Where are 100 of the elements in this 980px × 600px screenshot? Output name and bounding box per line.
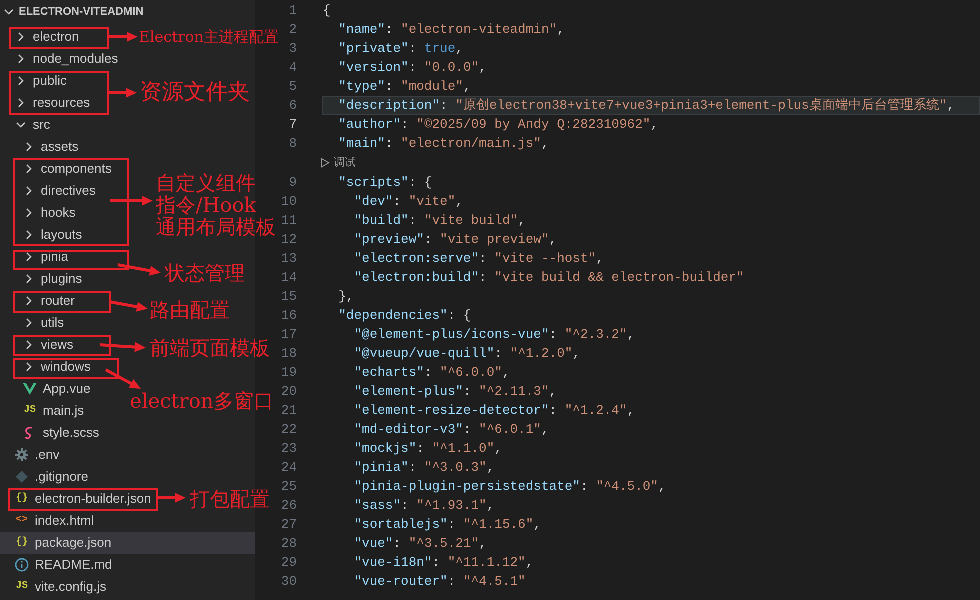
code-line: "@vueup/vue-quill": "^1.2.0", [353,344,582,363]
code-line: "main": "electron/main.js", [338,134,550,153]
annotation-arrow [118,264,161,276]
explorer-header[interactable]: ELECTRON-VITEADMIN [0,0,255,24]
line-number: 22 [281,420,297,439]
file-item[interactable]: App.vue [23,378,91,400]
code-line: "version": "0.0.0", [338,58,488,77]
annotation-arrow [108,88,137,98]
line-number: 14 [281,268,297,287]
annotation-label: 状态管理 [165,260,245,286]
line-number: 16 [281,306,297,325]
folder-item[interactable]: src [15,114,50,136]
line-number: 7 [289,116,297,134]
line-number: 24 [281,458,297,477]
folder-item[interactable]: resources [15,92,90,114]
line-number: 11 [281,212,297,230]
code-line: "build": "vite build", [353,212,527,230]
folder-item[interactable]: pinia [23,246,68,268]
code-line: "vue": "^3.5.21", [353,534,488,553]
folder-item[interactable]: router [23,290,75,312]
folder-item[interactable]: plugins [23,268,82,290]
line-number: 21 [281,402,297,420]
code-line: "preview": "vite preview", [353,230,558,249]
line-number: 12 [281,230,297,249]
folder-item[interactable]: views [23,334,74,356]
json-file-icon: {} [15,538,29,548]
annotation-label: 资源文件夹 [140,79,250,107]
line-number: 19 [281,364,297,382]
code-line: "pinia": "^3.0.3", [353,458,496,477]
code-line: "sass": "^1.93.1", [353,496,496,515]
line-number: 13 [281,250,297,268]
code-line: }, [338,288,356,306]
folder-item[interactable]: hooks [23,202,76,224]
line-number: 18 [281,344,297,363]
folder-item[interactable]: electron [15,26,80,48]
folder-item[interactable]: public [15,70,67,92]
file-item[interactable]: style.scss [23,422,100,444]
folder-item[interactable]: components [23,158,112,180]
annotation-arrow [100,342,146,352]
line-number: 30 [281,572,297,591]
line-number: 5 [289,78,297,96]
js-file-icon: JS [23,406,37,416]
gear-icon [15,448,29,462]
line-number: 25 [281,478,297,496]
annotation-label: 指令/Hook [156,194,258,216]
code-line: "pinia-plugin-persistedstate": "^4.5.0", [353,478,668,496]
file-item[interactable]: README.md [15,554,112,576]
code-line: "author": "©2025/09 by Andy Q:282310962", [338,116,660,134]
js-file-icon: JS [15,582,29,592]
annotation-arrow [110,300,148,312]
code-line: { [322,2,332,20]
file-item[interactable]: JS main.js [23,400,84,422]
annotation-arrow [108,32,138,42]
annotation-label: 路由配置 [150,297,230,323]
annotation-arrow [105,368,141,389]
code-line: "vue-router": "^4.5.1" [353,572,527,591]
code-line: "@element-plus/icons-vue": "^2.3.2", [353,326,636,344]
line-number: 28 [281,534,297,553]
annotation-label: electron多窗口 [130,388,274,414]
json-file-icon: {} [15,494,29,504]
line-number: 15 [281,288,297,306]
annotation-label: 前端页面模板 [150,335,270,361]
code-line: "type": "module", [338,78,472,96]
line-number: 8 [289,134,297,153]
annotation-label: 打包配置 [190,486,270,512]
file-item[interactable]: JS vite.config.js [15,576,107,598]
line-number: 17 [281,326,297,344]
file-item[interactable]: .gitignore [15,466,88,488]
line-number: 1 [289,2,297,20]
code-line: "md-editor-v3": "^6.0.1", [353,420,550,439]
folder-item[interactable]: directives [23,180,96,202]
folder-item[interactable]: utils [23,312,64,334]
line-number: 27 [281,516,297,534]
html-file-icon: <> [15,516,29,526]
line-number: 2 [289,20,297,39]
file-item[interactable]: {} electron-builder.json [15,488,152,510]
diamond-icon [15,470,29,484]
play-icon [321,158,330,168]
code-line: "element-resize-detector": "^1.2.4", [353,402,636,420]
code-line: "sortablejs": "^1.15.6", [353,516,542,534]
codelens-link[interactable]: 调试 [321,154,356,172]
line-number: 26 [281,496,297,515]
line-number: 10 [281,192,297,211]
file-item[interactable]: .env [15,444,60,466]
folder-item[interactable]: layouts [23,224,82,246]
code-line: "vue-i18n": "^11.1.12", [353,554,535,572]
code-line: "private": true, [338,40,464,58]
code-line: "electron:serve": "vite --host", [353,250,605,268]
line-number: 29 [281,554,297,572]
code-line: "electron:build": "vite build && electron-builder" [353,268,746,287]
folder-item[interactable]: assets [23,136,79,158]
code-line: "dev": "vite", [353,192,464,211]
line-number: 20 [281,382,297,401]
folder-item[interactable]: node_modules [15,48,118,70]
file-item[interactable]: <> index.html [15,510,94,532]
annotation-label: 自定义组件 [156,172,257,194]
file-item[interactable]: {} package.json [15,532,112,554]
folder-item[interactable]: windows [23,356,91,378]
code-line: "echarts": "^6.0.0", [353,364,512,382]
vue-file-icon [23,383,37,395]
